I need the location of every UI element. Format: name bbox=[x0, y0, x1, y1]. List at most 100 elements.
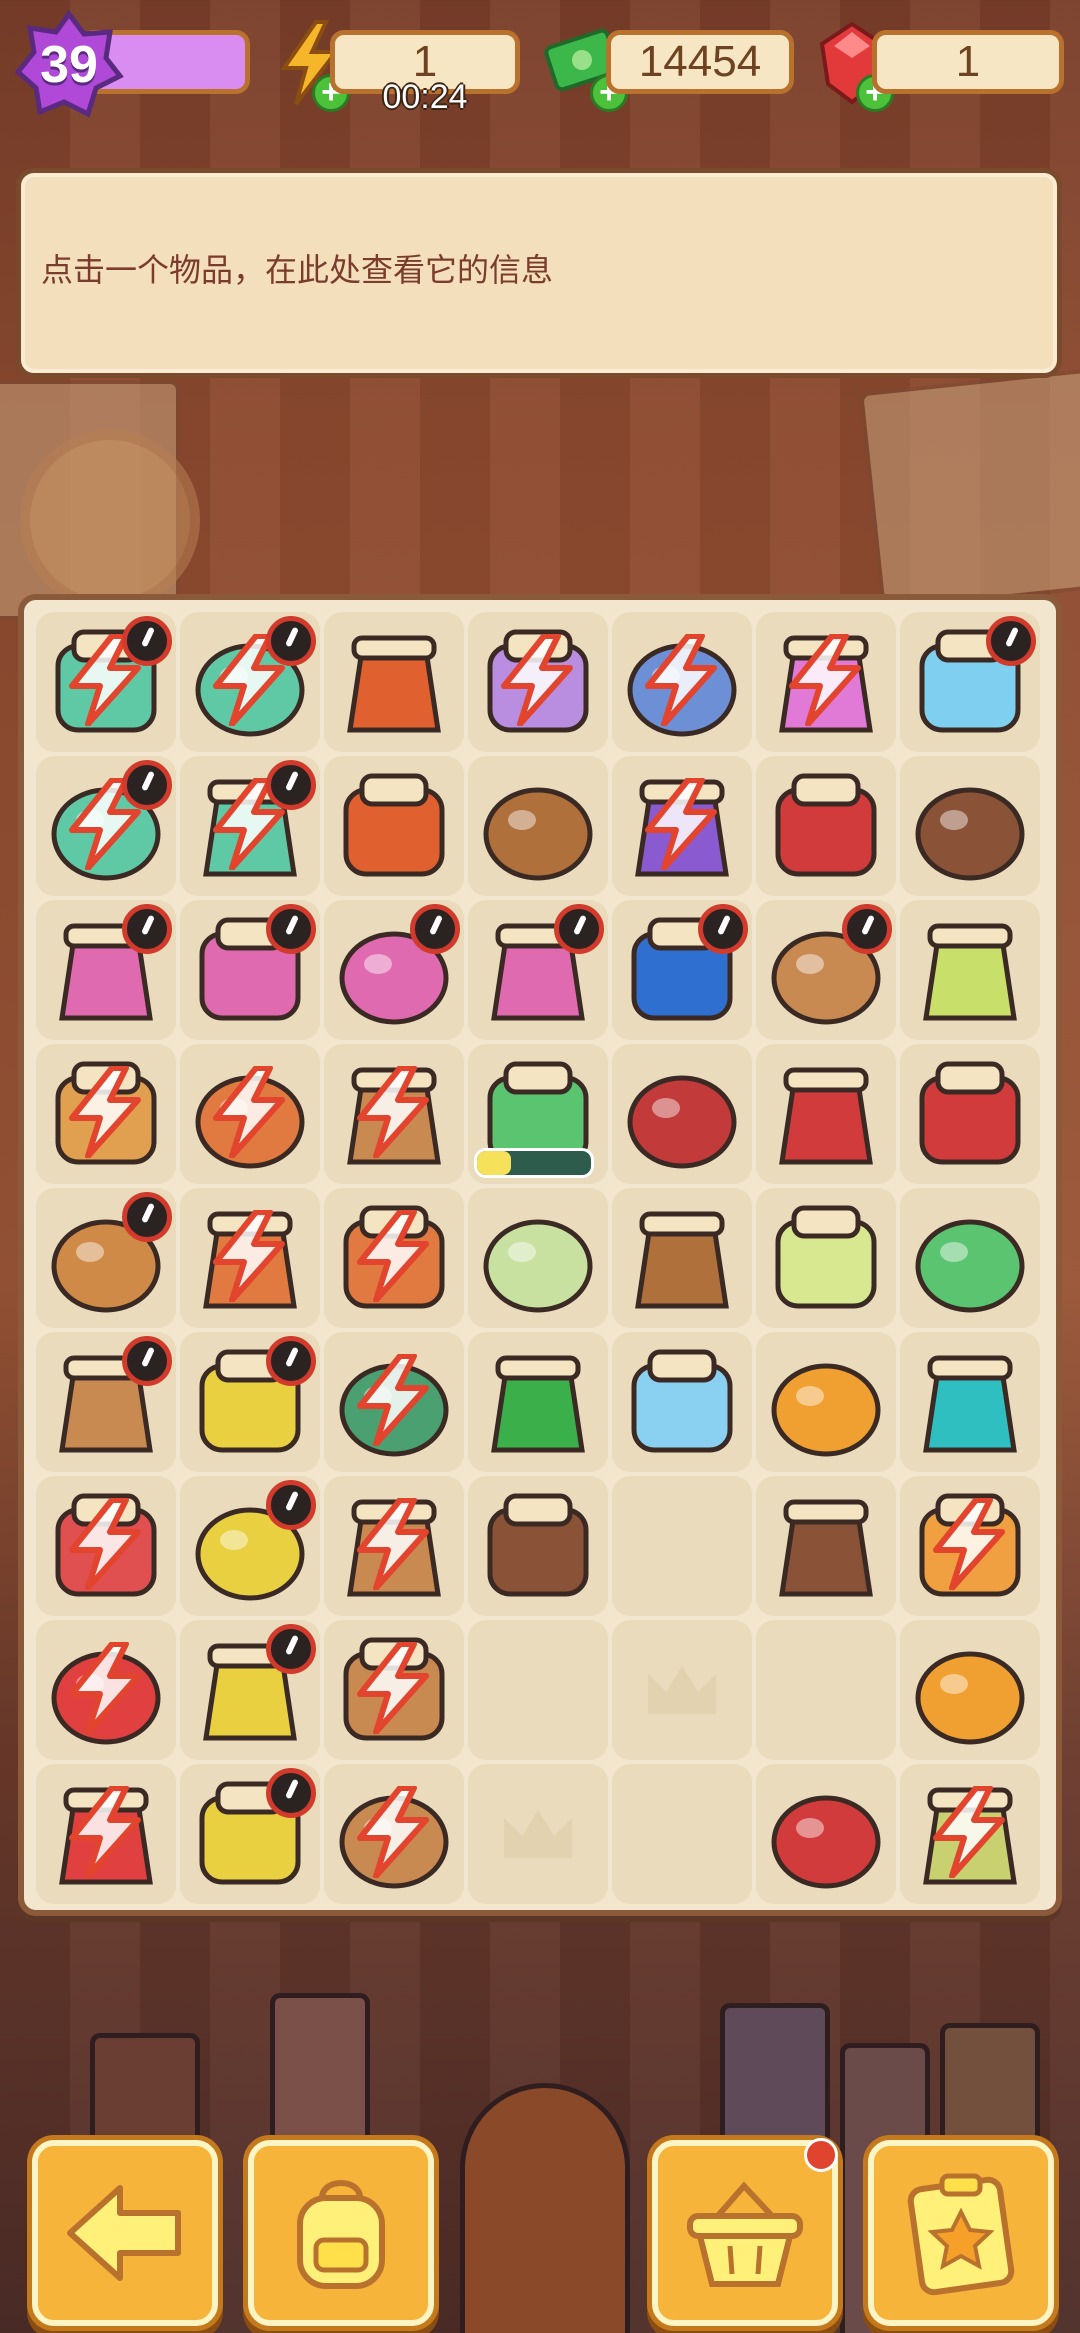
board-cell[interactable] bbox=[468, 1332, 608, 1472]
cooldown-timer-icon bbox=[266, 1336, 316, 1386]
board-cell[interactable] bbox=[900, 756, 1040, 896]
board-cell[interactable] bbox=[900, 1620, 1040, 1760]
key-icon bbox=[771, 1363, 881, 1457]
board-cell[interactable] bbox=[324, 1188, 464, 1328]
empty-crown-slot-icon bbox=[504, 1810, 572, 1858]
board-cell[interactable] bbox=[612, 1764, 752, 1904]
board-cell[interactable] bbox=[468, 1044, 608, 1184]
locked-bolt-icon bbox=[933, 1786, 1005, 1878]
cooldown-timer-icon bbox=[698, 904, 748, 954]
board-cell[interactable] bbox=[36, 1764, 176, 1904]
board-cell[interactable] bbox=[612, 612, 752, 752]
level-number: 39 bbox=[40, 36, 98, 94]
board-cell[interactable] bbox=[324, 756, 464, 896]
board-cell[interactable] bbox=[324, 1332, 464, 1472]
board-cell[interactable] bbox=[756, 1476, 896, 1616]
board-cell[interactable] bbox=[468, 756, 608, 896]
board-cell[interactable] bbox=[756, 612, 896, 752]
board-cell[interactable] bbox=[612, 900, 752, 1040]
board-cell[interactable] bbox=[468, 612, 608, 752]
board-cell[interactable] bbox=[900, 612, 1040, 752]
locked-bolt-icon bbox=[357, 1498, 429, 1590]
basket-button[interactable] bbox=[652, 2138, 838, 2326]
board-cell[interactable] bbox=[180, 1188, 320, 1328]
board-cell[interactable] bbox=[900, 1764, 1040, 1904]
locked-bolt-icon bbox=[933, 1498, 1005, 1590]
board-cell[interactable] bbox=[36, 900, 176, 1040]
locked-bolt-icon bbox=[213, 1066, 285, 1158]
spray-bottle-icon bbox=[923, 923, 1017, 1021]
board-cell[interactable] bbox=[900, 1044, 1040, 1184]
level-badge[interactable]: 39 bbox=[14, 10, 124, 120]
cooldown-timer-icon bbox=[554, 904, 604, 954]
board-cell[interactable] bbox=[36, 612, 176, 752]
locked-bolt-icon bbox=[357, 1066, 429, 1158]
board-cell[interactable] bbox=[36, 1332, 176, 1472]
board-cell[interactable] bbox=[180, 756, 320, 896]
board-cell[interactable] bbox=[36, 756, 176, 896]
board-cell[interactable] bbox=[468, 1476, 608, 1616]
board-cell[interactable] bbox=[180, 1764, 320, 1904]
board-cell[interactable] bbox=[756, 756, 896, 896]
board-cell[interactable] bbox=[612, 1620, 752, 1760]
backpack-button[interactable] bbox=[248, 2140, 434, 2326]
locked-bolt-icon bbox=[357, 1354, 429, 1446]
board-cell[interactable] bbox=[468, 1620, 608, 1760]
board-cell[interactable] bbox=[324, 1476, 464, 1616]
board-cell[interactable] bbox=[36, 1044, 176, 1184]
board-cell[interactable] bbox=[36, 1620, 176, 1760]
board-cell[interactable] bbox=[900, 1188, 1040, 1328]
backpack-icon bbox=[297, 2180, 385, 2289]
board-cell[interactable] bbox=[36, 1188, 176, 1328]
board-cell[interactable] bbox=[756, 1044, 896, 1184]
cash-counter: 14454 bbox=[606, 30, 794, 94]
board-cell[interactable] bbox=[324, 900, 464, 1040]
board-cell[interactable] bbox=[468, 900, 608, 1040]
cooldown-timer-icon bbox=[122, 760, 172, 810]
board-cell[interactable] bbox=[756, 1188, 896, 1328]
dragon-vase-icon bbox=[347, 635, 441, 733]
cash-value: 14454 bbox=[638, 37, 762, 86]
board-cell[interactable] bbox=[468, 1188, 608, 1328]
cooldown-timer-icon bbox=[122, 904, 172, 954]
basket-notification-dot bbox=[804, 2138, 838, 2172]
locked-bolt-icon bbox=[69, 1786, 141, 1878]
board-cell[interactable] bbox=[900, 1476, 1040, 1616]
board-cell[interactable] bbox=[180, 1332, 320, 1472]
board-cell[interactable] bbox=[324, 1764, 464, 1904]
clipboard-star-icon bbox=[907, 2173, 1015, 2296]
board-cell[interactable] bbox=[756, 1332, 896, 1472]
board-cell[interactable] bbox=[324, 1044, 464, 1184]
axe-icon bbox=[771, 1795, 881, 1889]
board-cell[interactable] bbox=[612, 1044, 752, 1184]
cooldown-timer-icon bbox=[266, 1480, 316, 1530]
board-cell[interactable] bbox=[468, 1764, 608, 1904]
board-cell[interactable] bbox=[756, 1764, 896, 1904]
locked-bolt-icon bbox=[357, 1642, 429, 1734]
back-arrow-icon bbox=[67, 2185, 181, 2281]
board-cell[interactable] bbox=[324, 612, 464, 752]
board-cell[interactable] bbox=[900, 900, 1040, 1040]
gem-value: 1 bbox=[955, 37, 981, 86]
board-cell[interactable] bbox=[756, 900, 896, 1040]
board-cell[interactable] bbox=[180, 1476, 320, 1616]
board-cell[interactable] bbox=[900, 1332, 1040, 1472]
cooldown-timer-icon bbox=[986, 616, 1036, 666]
envelope-icon bbox=[915, 787, 1025, 881]
board-cell[interactable] bbox=[180, 1620, 320, 1760]
board-cell[interactable] bbox=[612, 1332, 752, 1472]
back-button[interactable] bbox=[32, 2140, 218, 2326]
board-cell[interactable] bbox=[180, 612, 320, 752]
locked-bolt-icon bbox=[645, 778, 717, 870]
board-cell[interactable] bbox=[324, 1620, 464, 1760]
board-cell[interactable] bbox=[180, 1044, 320, 1184]
board-cell[interactable] bbox=[612, 1188, 752, 1328]
board-cell[interactable] bbox=[756, 1620, 896, 1760]
gem-counter: 1 bbox=[872, 30, 1064, 94]
info-hint-text: 点击一个物品，在此处查看它的信息 bbox=[41, 252, 554, 288]
board-cell[interactable] bbox=[612, 1476, 752, 1616]
tasks-button[interactable] bbox=[868, 2140, 1054, 2326]
board-cell[interactable] bbox=[612, 756, 752, 896]
board-cell[interactable] bbox=[180, 900, 320, 1040]
board-cell[interactable] bbox=[36, 1476, 176, 1616]
